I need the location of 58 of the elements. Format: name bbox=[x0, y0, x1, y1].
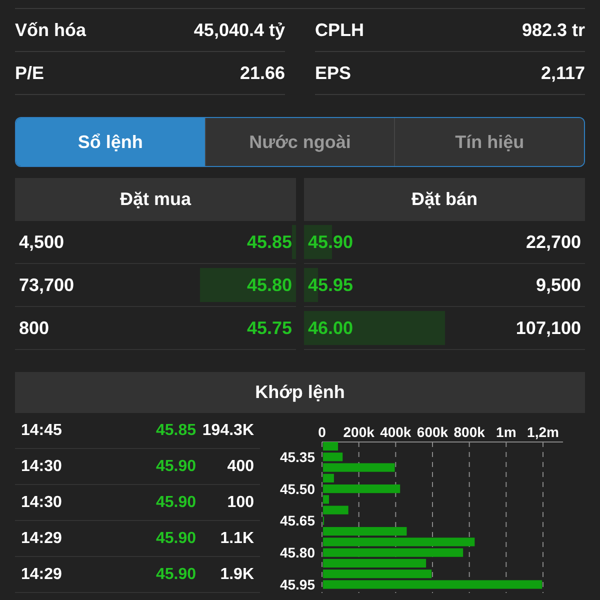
ask-volume: 22,700 bbox=[526, 232, 581, 252]
bid-price: 45.85 bbox=[246, 232, 292, 252]
ask-price: 46.00 bbox=[308, 318, 354, 338]
trade-volume: 400 bbox=[226, 458, 254, 476]
axis-tick-label: 600k bbox=[416, 424, 448, 440]
stat-label: P/E bbox=[15, 62, 44, 84]
axis-tick-label: 45.95 bbox=[280, 576, 315, 592]
trade-time: 14:45 bbox=[21, 422, 63, 440]
bid-volume: 800 bbox=[19, 318, 50, 338]
axis-tick-label: 1,2m bbox=[527, 424, 559, 440]
axis-tick-label: 800k bbox=[454, 424, 485, 440]
tab[interactable]: Tín hiệu bbox=[394, 118, 584, 166]
volume-bar bbox=[323, 495, 329, 504]
trade-time: 14:29 bbox=[21, 566, 63, 584]
trade-price: 45.90 bbox=[154, 530, 196, 548]
volume-bar bbox=[323, 452, 343, 462]
stat-value: 2,117 bbox=[540, 62, 585, 84]
axis-tick-label: 45.35 bbox=[280, 448, 315, 465]
stat-label: CPLH bbox=[315, 20, 364, 40]
axis-tick-label: 45.50 bbox=[280, 480, 315, 497]
axis-tick-label: 1m bbox=[496, 424, 516, 440]
stat-label: EPS bbox=[315, 62, 352, 84]
axis-tick-label: 45.80 bbox=[280, 544, 315, 561]
trade-price: 45.90 bbox=[154, 494, 196, 512]
bid-volume: 73,700 bbox=[19, 274, 74, 296]
trade-price: 45.85 bbox=[154, 422, 196, 440]
axis-tick-label: 0 bbox=[318, 424, 326, 440]
trade-price: 45.90 bbox=[154, 458, 196, 476]
stat-label: Vốn hóa bbox=[15, 20, 86, 40]
trade-volume: 1.9K bbox=[219, 566, 254, 584]
bid-price: 45.80 bbox=[246, 274, 292, 296]
stat-value: 21.66 bbox=[240, 62, 285, 84]
axis-tick-label: 400k bbox=[380, 424, 412, 440]
trade-volume: 194.3K bbox=[201, 422, 254, 440]
stat-value: 45,040.4 tỷ bbox=[194, 20, 285, 40]
axis-tick-label: 45.65 bbox=[280, 512, 315, 529]
trade-time: 14:30 bbox=[21, 458, 63, 476]
trade-time: 14:30 bbox=[21, 494, 63, 512]
volume-bar bbox=[323, 474, 334, 482]
stat-value: 982.3 tr bbox=[522, 20, 585, 40]
bid-price: 45.75 bbox=[246, 318, 292, 338]
tab[interactable]: Nước ngoài bbox=[204, 118, 394, 166]
axis-tick-label: 200k bbox=[343, 424, 374, 440]
ask-volume: 107,100 bbox=[516, 318, 581, 338]
ask-price: 45.95 bbox=[308, 274, 354, 296]
section-header: Khớp lệnh bbox=[15, 372, 585, 413]
tab[interactable]: Sổ lệnh bbox=[16, 118, 205, 166]
bid-volume: 4,500 bbox=[19, 232, 64, 252]
trade-volume: 1.1K bbox=[219, 530, 254, 548]
volume-bar bbox=[323, 463, 395, 472]
column-header: Đặt mua bbox=[15, 178, 296, 221]
ask-price: 45.90 bbox=[308, 232, 354, 252]
ask-volume: 9,500 bbox=[536, 274, 581, 296]
trade-volume: 100 bbox=[226, 494, 254, 512]
column-header: Đặt bán bbox=[304, 178, 585, 221]
trade-time: 14:29 bbox=[21, 530, 63, 548]
volume-bar bbox=[323, 506, 348, 514]
trade-price: 45.90 bbox=[154, 566, 196, 584]
